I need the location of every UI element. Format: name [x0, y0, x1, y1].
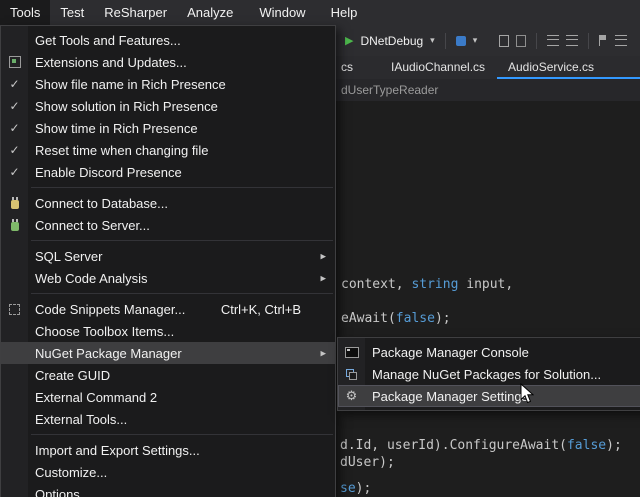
submenu-arrow-icon: ▸: [320, 347, 326, 360]
menu-item-create-guid[interactable]: Create GUID: [1, 364, 335, 386]
menu-separator: [31, 187, 333, 188]
tab-audioservice[interactable]: AudioService.cs: [508, 56, 594, 77]
check-icon: ✓: [9, 99, 19, 113]
tab-iaudiochannel[interactable]: IAudioChannel.cs: [391, 56, 485, 77]
menubar-item-resharper[interactable]: ReSharper: [94, 0, 177, 25]
menu-item-connect-to-database[interactable]: Connect to Database...: [1, 192, 335, 214]
attach-dropdown-icon[interactable]: ▾: [473, 36, 478, 46]
packages-icon: [346, 369, 354, 377]
menu-item-code-snippets-manager[interactable]: Code Snippets Manager...Ctrl+K, Ctrl+B: [1, 298, 335, 320]
code-line: se);: [340, 481, 371, 497]
menu-item-external-command-2[interactable]: External Command 2: [1, 386, 335, 408]
indent-decrease-icon[interactable]: [547, 35, 559, 46]
console-icon: [345, 347, 359, 358]
open-file-icon[interactable]: [516, 35, 526, 47]
server-plug-icon: [11, 222, 19, 231]
gear-icon: ⚙: [346, 390, 358, 403]
run-icon[interactable]: ▶: [345, 34, 353, 47]
menu-item-options[interactable]: Options...: [1, 483, 335, 497]
task-list-icon[interactable]: [615, 35, 627, 46]
menu-item-get-tools-and-features[interactable]: Get Tools and Features...: [1, 29, 335, 51]
code-line: dUser);: [340, 455, 395, 471]
menu-item-extensions-and-updates[interactable]: Extensions and Updates...: [1, 51, 335, 73]
menu-item-enable-discord-presence[interactable]: ✓Enable Discord Presence: [1, 161, 335, 183]
attach-tool-icon[interactable]: [456, 36, 466, 46]
breadcrumb-type-label[interactable]: dUserTypeReader: [341, 83, 438, 97]
menu-item-connect-to-server[interactable]: Connect to Server...: [1, 214, 335, 236]
database-plug-icon: [11, 200, 19, 209]
menubar-item-window[interactable]: Window: [249, 0, 315, 25]
menu-bar: Tools Test ReSharper Analyze Window Help: [0, 0, 640, 25]
submenu-item-manage-nuget-packages[interactable]: Manage NuGet Packages for Solution...: [338, 363, 640, 385]
submenu-arrow-icon: ▸: [320, 272, 326, 285]
code-line: context, string input,: [341, 277, 513, 293]
menu-item-show-file-name[interactable]: ✓Show file name in Rich Presence: [1, 73, 335, 95]
visual-studio-window: Tools Test ReSharper Analyze Window Help…: [0, 0, 640, 497]
menubar-item-analyze[interactable]: Analyze: [177, 0, 243, 25]
check-icon: ✓: [9, 143, 19, 157]
extensions-icon: [9, 56, 21, 68]
menu-item-web-code-analysis[interactable]: Web Code Analysis▸: [1, 267, 335, 289]
new-file-icon[interactable]: [499, 35, 509, 47]
tools-menu: Get Tools and Features... Extensions and…: [0, 25, 336, 497]
menubar-item-tools[interactable]: Tools: [0, 0, 50, 25]
toolbar-separator: [588, 33, 589, 49]
run-config-dropdown-icon[interactable]: ▾: [430, 36, 435, 46]
mouse-cursor: [520, 383, 534, 404]
menu-separator: [31, 434, 333, 435]
menu-item-external-tools[interactable]: External Tools...: [1, 408, 335, 430]
bookmark-icon[interactable]: [599, 35, 608, 46]
toolbar-separator: [445, 33, 446, 49]
submenu-item-package-manager-settings[interactable]: ⚙Package Manager Settings: [338, 385, 640, 407]
check-icon: ✓: [9, 121, 19, 135]
check-icon: ✓: [9, 165, 19, 179]
submenu-item-package-manager-console[interactable]: Package Manager Console: [338, 341, 640, 363]
tab-partial-cs[interactable]: cs: [341, 56, 353, 77]
menu-item-show-solution[interactable]: ✓Show solution in Rich Presence: [1, 95, 335, 117]
menubar-item-test[interactable]: Test: [50, 0, 94, 25]
menu-item-choose-toolbox-items[interactable]: Choose Toolbox Items...: [1, 320, 335, 342]
menu-item-show-time[interactable]: ✓Show time in Rich Presence: [1, 117, 335, 139]
check-icon: ✓: [9, 77, 19, 91]
menu-item-reset-time[interactable]: ✓Reset time when changing file: [1, 139, 335, 161]
indent-increase-icon[interactable]: [566, 35, 578, 46]
toolbar-separator: [536, 33, 537, 49]
submenu-arrow-icon: ▸: [320, 250, 326, 263]
menu-item-nuget-package-manager[interactable]: NuGet Package Manager▸: [1, 342, 335, 364]
code-line: eAwait(false);: [341, 311, 451, 327]
nuget-package-manager-submenu: Package Manager Console Manage NuGet Pac…: [337, 337, 640, 411]
snippets-icon: [9, 304, 20, 315]
code-line: d.Id, userId).ConfigureAwait(false);: [340, 438, 622, 454]
shortcut-label: Ctrl+K, Ctrl+B: [221, 302, 301, 317]
run-config-label[interactable]: DNetDebug: [360, 34, 423, 48]
menubar-item-help[interactable]: Help: [321, 0, 368, 25]
menu-item-customize[interactable]: Customize...: [1, 461, 335, 483]
menu-separator: [31, 293, 333, 294]
menu-item-sql-server[interactable]: SQL Server▸: [1, 245, 335, 267]
menu-item-import-export-settings[interactable]: Import and Export Settings...: [1, 439, 335, 461]
menu-separator: [31, 240, 333, 241]
